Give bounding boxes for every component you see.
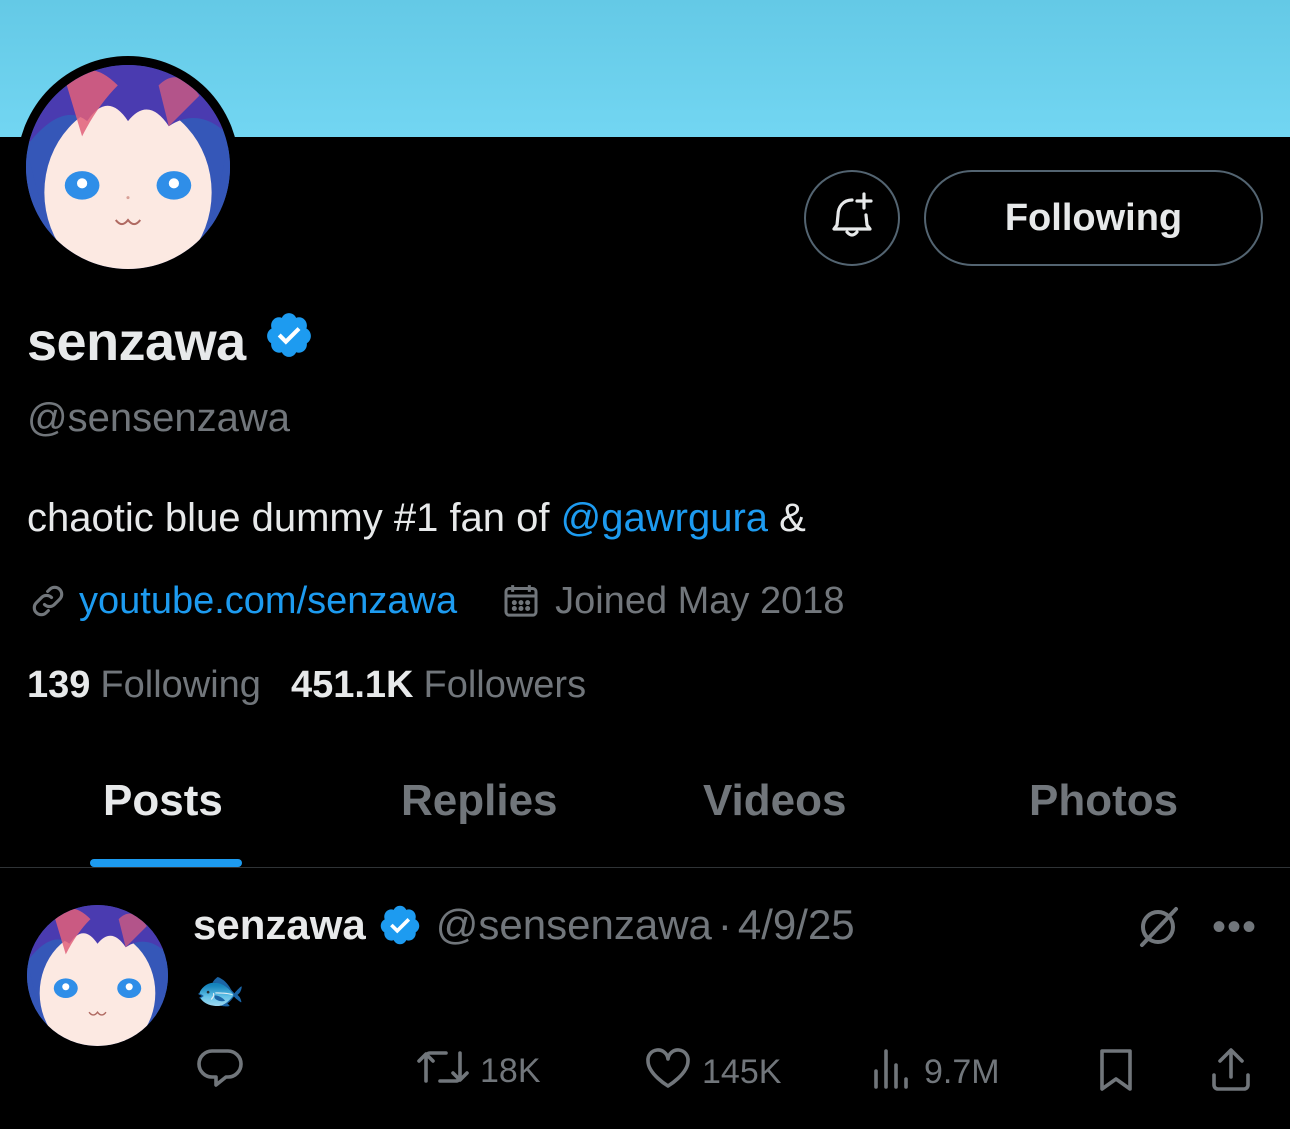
followers-stat[interactable]: 451.1K Followers	[291, 664, 586, 707]
profile-meta: youtube.com/senzawa Joined May 2018	[27, 576, 845, 626]
post-item[interactable]: senzawa @sensenzawa · 4/9/25 ••• 🐟 18K 1	[0, 869, 1290, 1129]
profile-website-link[interactable]: youtube.com/senzawa	[79, 580, 457, 623]
link-icon	[27, 580, 69, 622]
profile-joined-date: Joined May 2018	[555, 579, 845, 622]
following-stat-label: Following	[100, 664, 261, 706]
active-tab-indicator	[90, 859, 242, 867]
post-actions: 18K 145K 9.7M	[0, 1047, 1290, 1097]
profile-bio: chaotic blue dummy #1 fan of @gawrgura &	[27, 496, 806, 541]
post-text: 🐟	[195, 969, 245, 1013]
post-date[interactable]: 4/9/25	[738, 901, 855, 949]
profile-stats: 139 Following 451.1K Followers	[27, 664, 586, 707]
following-stat[interactable]: 139 Following	[27, 664, 261, 707]
following-count: 139	[27, 664, 91, 706]
tab-videos[interactable]: Videos	[703, 776, 846, 826]
retweet-icon	[416, 1047, 470, 1096]
profile-avatar[interactable]	[17, 56, 239, 278]
post-separator: ·	[717, 901, 732, 948]
display-name-text: senzawa	[27, 311, 246, 372]
post-avatar[interactable]	[27, 905, 168, 1046]
views-icon	[870, 1047, 914, 1098]
views-count: 9.7M	[924, 1053, 1000, 1091]
tab-posts[interactable]: Posts	[103, 776, 223, 826]
post-header: senzawa @sensenzawa · 4/9/25	[193, 901, 855, 949]
more-icon[interactable]: •••	[1212, 905, 1257, 950]
profile-display-name: senzawa	[27, 310, 314, 373]
tab-replies[interactable]: Replies	[401, 776, 558, 826]
followers-count: 451.1K	[290, 664, 414, 706]
tab-photos[interactable]: Photos	[1029, 776, 1178, 826]
retweet-count: 18K	[480, 1052, 541, 1090]
bell-plus-icon	[830, 191, 874, 245]
followers-stat-label: Followers	[423, 664, 587, 706]
profile-tabs: Posts Replies Videos Photos	[0, 740, 1290, 868]
bookmark-button[interactable]	[1096, 1047, 1136, 1102]
verified-badge-icon	[378, 903, 422, 947]
views-button[interactable]: 9.7M	[870, 1047, 1000, 1098]
calendar-icon	[501, 581, 541, 621]
like-count: 145K	[702, 1053, 782, 1091]
verified-badge-icon	[264, 310, 314, 373]
post-author-handle[interactable]: @sensenzawa	[436, 901, 712, 949]
bio-mention-link[interactable]: @gawrgura	[561, 496, 768, 540]
profile-handle: @sensenzawa	[27, 396, 290, 440]
like-button[interactable]: 145K	[644, 1047, 781, 1098]
bio-text: chaotic blue dummy #1 fan of	[27, 496, 561, 540]
retweet-button[interactable]: 18K	[416, 1047, 541, 1096]
reply-button[interactable]	[196, 1047, 244, 1100]
share-button[interactable]	[1208, 1047, 1254, 1102]
post-author-name[interactable]: senzawa	[193, 901, 366, 949]
following-button[interactable]: Following	[924, 170, 1263, 266]
grok-icon[interactable]	[1134, 903, 1182, 956]
bio-suffix: &	[768, 496, 806, 540]
share-icon	[1208, 1047, 1254, 1102]
bookmark-icon	[1096, 1047, 1136, 1102]
reply-icon	[196, 1047, 244, 1100]
like-icon	[644, 1047, 692, 1098]
notifications-button[interactable]	[804, 170, 900, 266]
